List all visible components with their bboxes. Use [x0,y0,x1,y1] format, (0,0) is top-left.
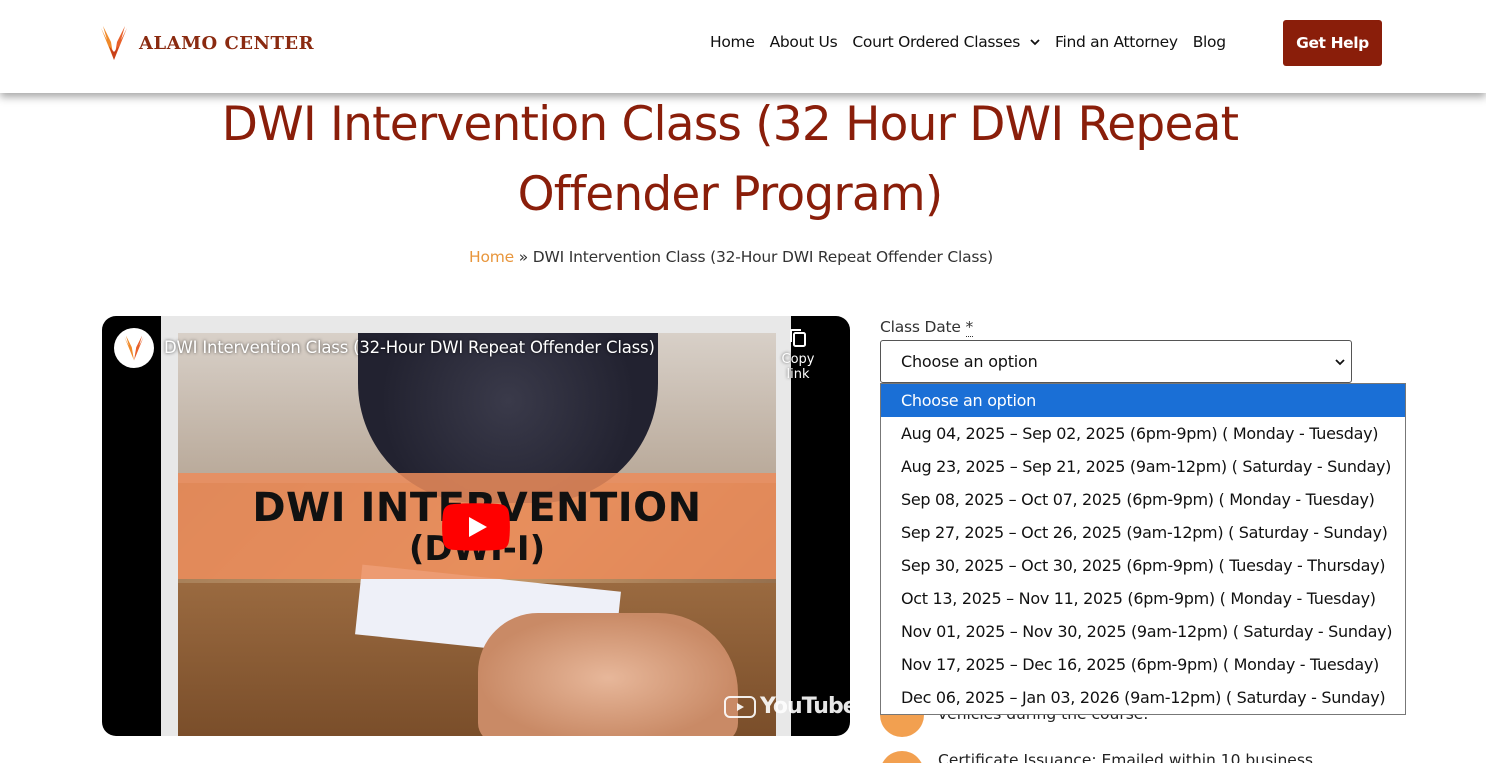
main-nav: Home About Us Court Ordered Classes Find… [710,33,1241,51]
dropdown-option[interactable]: Sep 08, 2025 – Oct 07, 2025 (6pm-9pm) ( … [881,483,1405,516]
nav-court-ordered-classes-label: Court Ordered Classes [852,33,1020,51]
logo[interactable]: ALAMO CENTER [97,24,314,62]
feature-text: Certificate Issuance: Emailed within 10 … [938,751,1313,763]
nav-blog[interactable]: Blog [1193,33,1226,51]
nav-court-ordered-classes[interactable]: Court Ordered Classes [852,33,1040,51]
dropdown-option[interactable]: Nov 01, 2025 – Nov 30, 2025 (9am-12pm) (… [881,615,1405,648]
chevron-down-icon [1030,39,1040,46]
copy-icon [790,329,806,347]
dropdown-option[interactable]: Sep 30, 2025 – Oct 30, 2025 (6pm-9pm) ( … [881,549,1405,582]
dropdown-option[interactable]: Aug 23, 2025 – Sep 21, 2025 (9am-12pm) (… [881,450,1405,483]
dropdown-option[interactable]: Aug 04, 2025 – Sep 02, 2025 (6pm-9pm) ( … [881,417,1405,450]
class-date-label-text: Class Date [880,318,961,336]
video-title[interactable]: DWI Intervention Class (32-Hour DWI Repe… [164,338,655,357]
channel-avatar[interactable] [114,328,154,368]
youtube-brand-text: YouTube [760,694,850,719]
feature-icon [880,751,924,763]
dropdown-option[interactable]: Choose an option [881,384,1405,417]
dropdown-option[interactable]: Nov 17, 2025 – Dec 16, 2025 (6pm-9pm) ( … [881,648,1405,681]
wings-logo-icon [124,335,144,361]
class-date-select-value: Choose an option [901,352,1038,371]
youtube-play-icon [724,695,756,718]
get-help-button[interactable]: Get Help [1283,20,1382,66]
page-title-line-1: DWI Intervention Class (32 Hour DWI Repe… [221,97,1239,152]
chevron-down-icon [1335,359,1345,366]
feature-item: Certificate Issuance: Emailed within 10 … [880,751,1440,763]
class-date-dropdown-list: Choose an option Aug 04, 2025 – Sep 02, … [880,383,1406,715]
nav-home[interactable]: Home [710,33,755,51]
dropdown-option[interactable]: Oct 13, 2025 – Nov 11, 2025 (6pm-9pm) ( … [881,582,1405,615]
logo-text: ALAMO CENTER [139,32,315,54]
page-title-line-2: Offender Program) [517,167,944,222]
breadcrumb-home-link[interactable]: Home [469,248,514,266]
class-date-label: Class Date * [880,318,974,337]
nav-find-an-attorney[interactable]: Find an Attorney [1055,33,1178,51]
page-title: DWI Intervention Class (32 Hour DWI Repe… [143,90,1317,230]
site-header: ALAMO CENTER Home About Us Court Ordered… [0,0,1486,93]
breadcrumb: Home » DWI Intervention Class (32-Hour D… [0,248,1462,266]
copy-link-label: Copy link [781,352,815,382]
nav-about-us[interactable]: About Us [770,33,838,51]
copy-link-button[interactable]: Copy link [768,328,828,382]
dropdown-option[interactable]: Dec 06, 2025 – Jan 03, 2026 (9am-12pm) (… [881,681,1405,714]
breadcrumb-separator: » [513,248,533,266]
page: ALAMO CENTER Home About Us Court Ordered… [0,0,1486,763]
breadcrumb-current: DWI Intervention Class (32-Hour DWI Repe… [532,248,993,266]
dropdown-option[interactable]: Sep 27, 2025 – Oct 26, 2025 (9am-12pm) (… [881,516,1405,549]
youtube-watermark[interactable]: YouTube [724,694,850,719]
video-player[interactable]: DWI INTERVENTION (DWI-I) DWI Interventio… [102,316,850,736]
required-mark: * [965,318,974,337]
class-date-select[interactable]: Choose an option [880,340,1352,383]
play-button-icon[interactable] [442,503,510,551]
wings-logo-icon [101,26,127,60]
